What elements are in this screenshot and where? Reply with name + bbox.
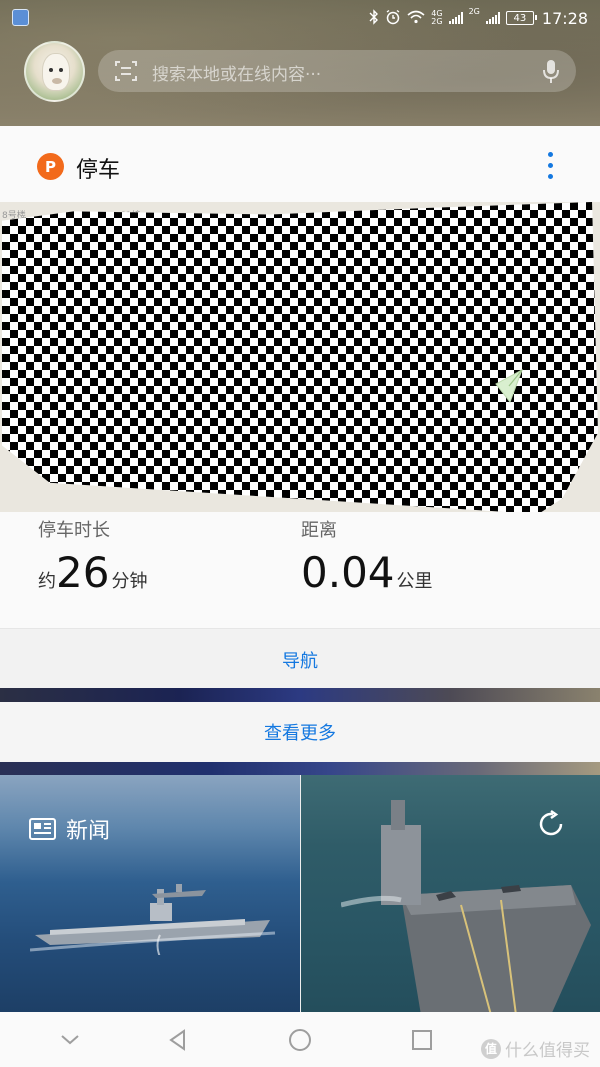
news-card[interactable]: 新闻: [0, 775, 600, 1012]
map-pin-icon: [495, 368, 523, 404]
clock: 17:28: [541, 8, 588, 28]
watermark: 值 什么值得买: [481, 1036, 590, 1061]
avatar-eye: [59, 68, 63, 72]
parking-distance: 距离 0.04 公里: [301, 516, 433, 594]
network-type-2: 2G: [468, 7, 480, 16]
home-icon[interactable]: [288, 1028, 312, 1052]
scan-icon[interactable]: [114, 59, 138, 83]
alarm-icon: [385, 9, 401, 28]
view-more-button[interactable]: 查看更多: [0, 702, 600, 762]
news-icon: [29, 818, 56, 840]
mic-icon[interactable]: [542, 59, 560, 84]
parking-duration-label: 停车时长: [38, 520, 110, 541]
card-divider: [0, 688, 600, 702]
user-avatar[interactable]: [24, 41, 85, 102]
parking-duration-prefix: 约: [38, 571, 56, 592]
recents-icon[interactable]: [410, 1028, 434, 1052]
bluetooth-icon: [369, 8, 379, 28]
news-title: 新闻: [66, 819, 111, 844]
parking-card: P 停车 8号楼 61幢 停车时长 约 26 分钟 距离 0.04 公里 导航: [0, 126, 600, 690]
wifi-icon: [407, 10, 425, 27]
status-bar: 4G 2G 2G 43 17:28: [0, 0, 600, 36]
watermark-badge: 值: [481, 1038, 501, 1059]
back-icon[interactable]: [166, 1028, 190, 1052]
card-divider: [0, 762, 600, 775]
more-vert-icon[interactable]: [546, 152, 554, 182]
parking-distance-unit: 公里: [396, 571, 433, 592]
parking-distance-value: 0.04: [301, 548, 395, 597]
avatar-nose: [52, 78, 62, 84]
system-nav-bar: 值 什么值得买: [0, 1012, 600, 1067]
map-redaction-pattern: [2, 202, 598, 512]
news-header: 新闻: [29, 813, 110, 845]
notification-app-icon: [12, 9, 29, 26]
avatar-eye: [49, 68, 53, 72]
signal-bars-icon: [448, 12, 463, 24]
parking-logo-icon: P: [37, 153, 64, 180]
signal-bars-icon-2: [485, 12, 500, 24]
parking-duration: 停车时长 约 26 分钟: [38, 516, 147, 594]
news-image-left[interactable]: 新闻: [0, 775, 300, 1012]
parking-distance-label: 距离: [301, 520, 337, 541]
search-bar[interactable]: 搜索本地或在线内容···: [98, 50, 576, 92]
parking-card-title: 停车: [76, 158, 121, 183]
parking-map[interactable]: 8号楼 61幢: [0, 202, 600, 512]
navigate-button[interactable]: 导航: [0, 628, 600, 690]
status-icons: 4G 2G 2G 43 17:28: [369, 6, 588, 30]
news-image-right[interactable]: [301, 775, 600, 1012]
collapse-icon[interactable]: [58, 1028, 82, 1052]
battery-icon: 43: [505, 11, 537, 25]
refresh-icon[interactable]: [536, 809, 566, 839]
parking-duration-unit: 分钟: [111, 571, 148, 592]
parking-duration-value: 26: [56, 548, 110, 597]
watermark-text: 什么值得买: [505, 1041, 590, 1061]
avatar-alpaca-face: [42, 53, 70, 91]
search-input[interactable]: 搜索本地或在线内容···: [152, 60, 321, 85]
escort-ship-image: [152, 884, 206, 898]
network-type-1: 4G 2G: [431, 10, 442, 26]
network-label-bottom: 2G: [431, 17, 443, 26]
